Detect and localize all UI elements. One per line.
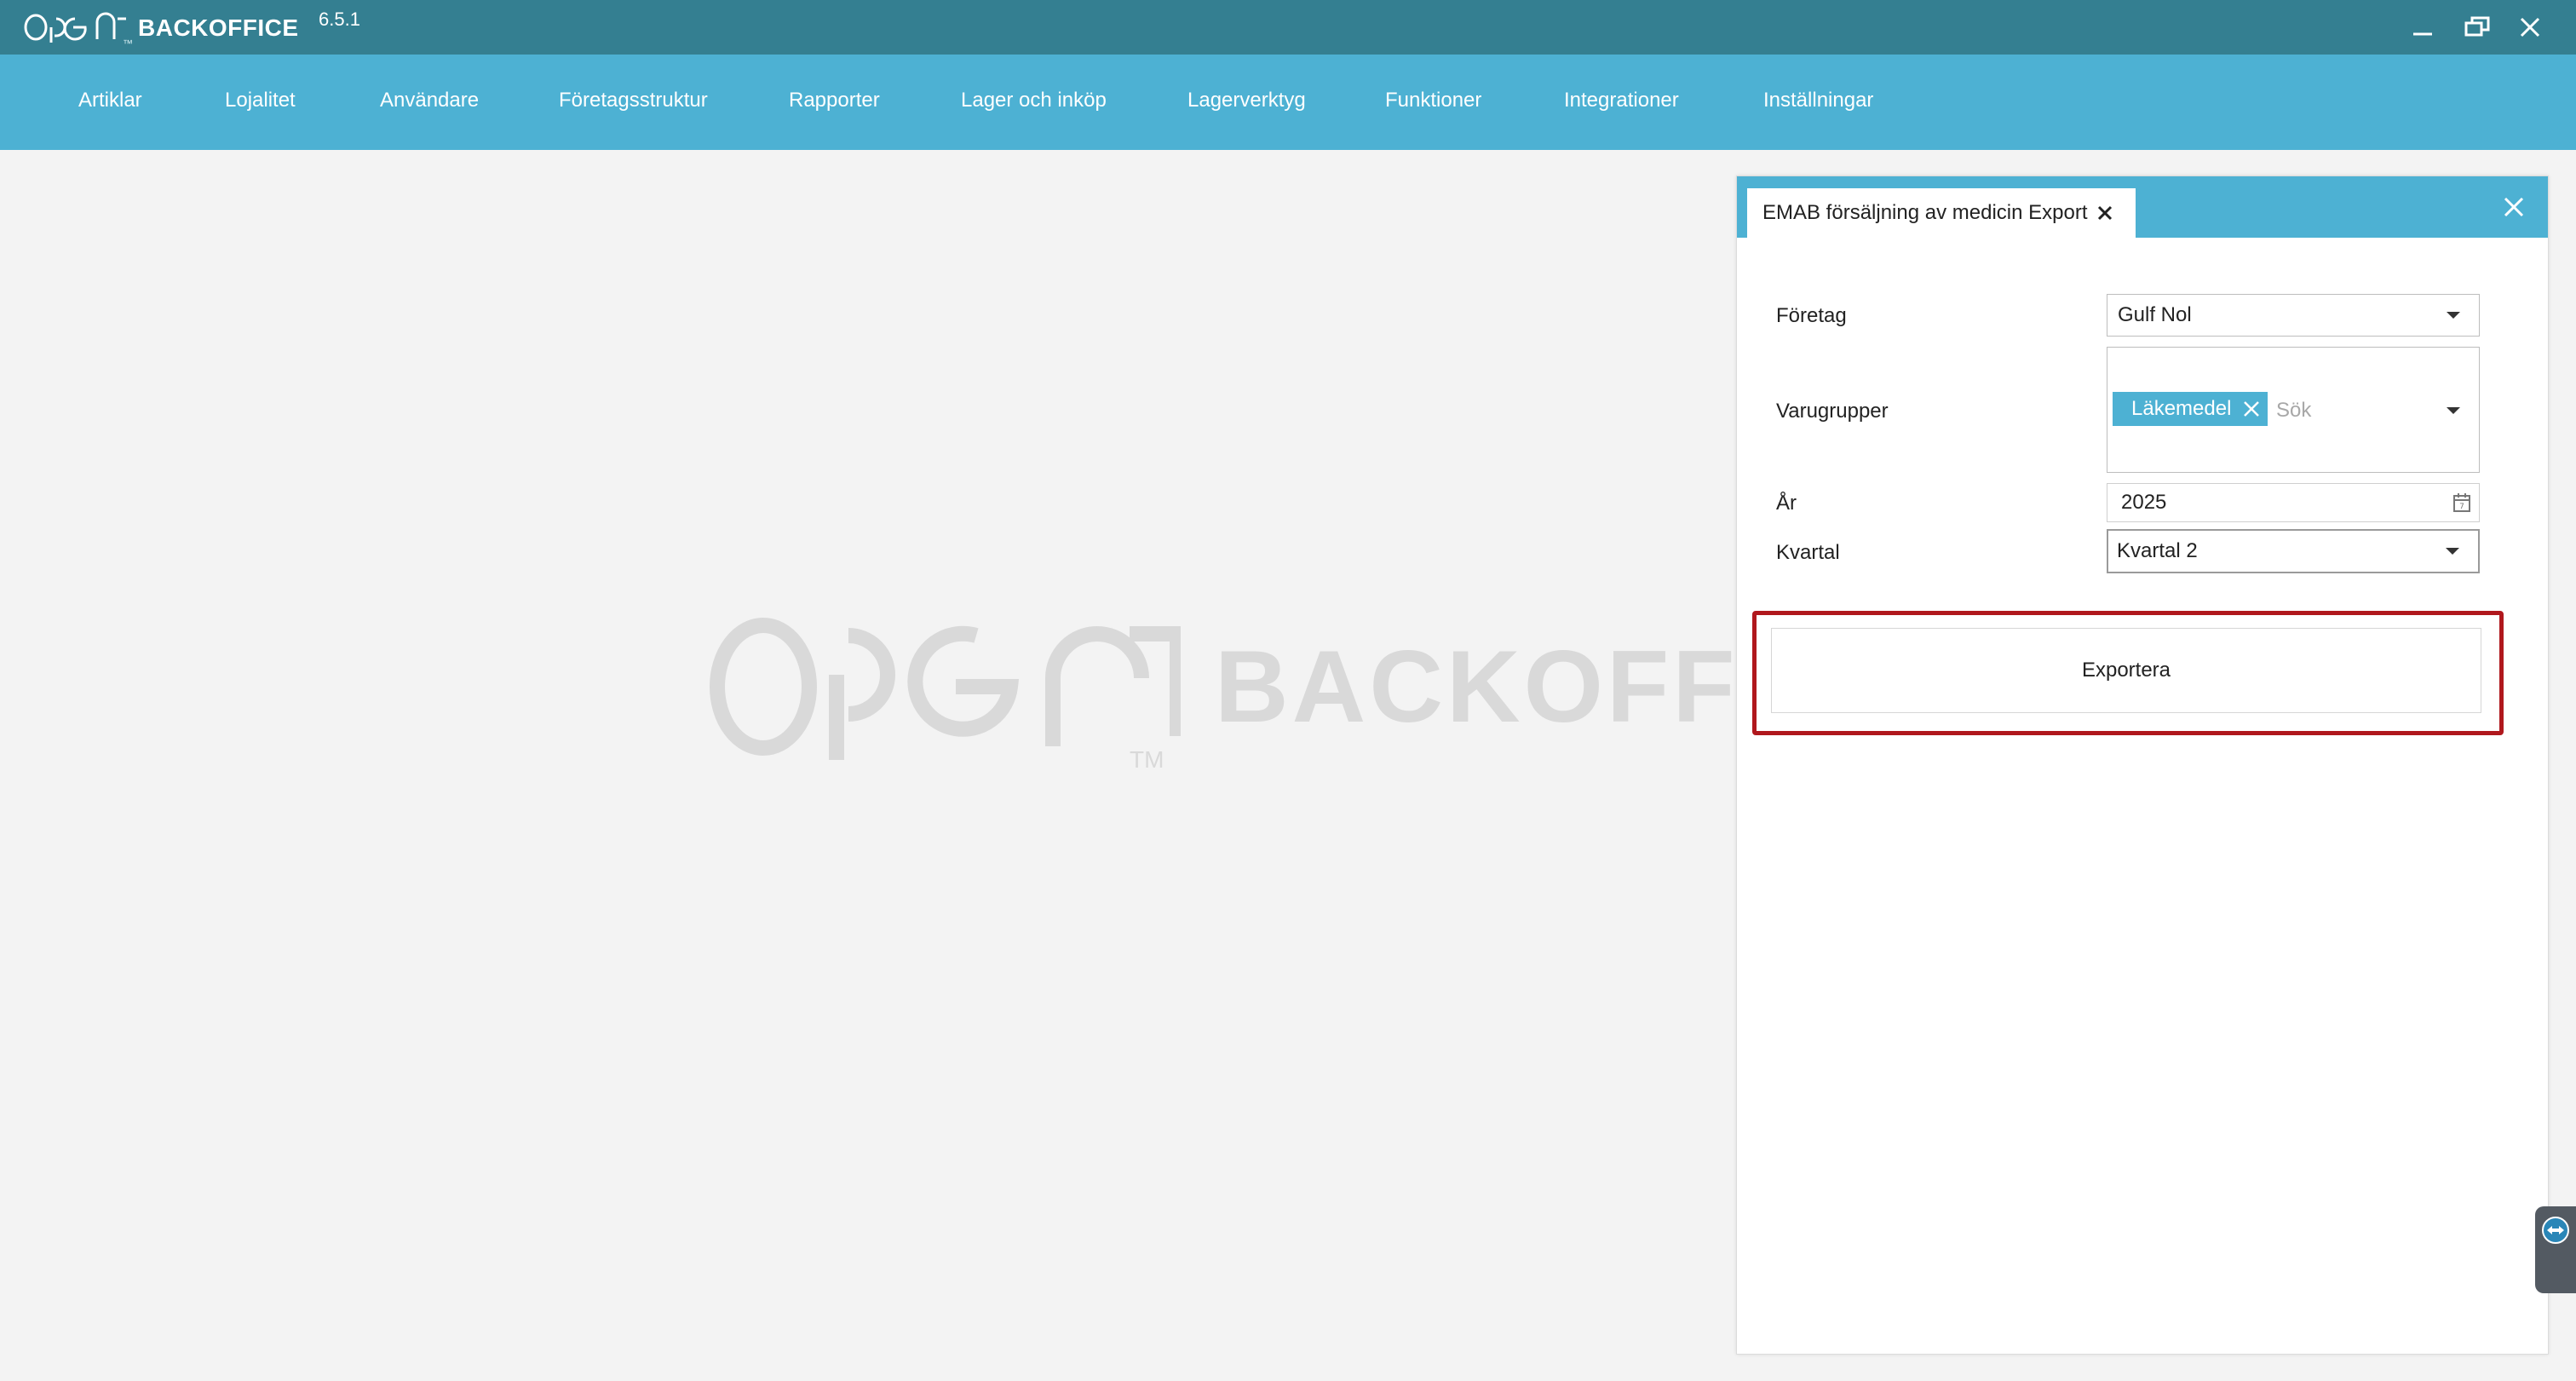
nav-item-integrationer[interactable]: Integrationer [1564, 89, 1679, 112]
watermark-tm: TM [1130, 746, 1164, 773]
export-button[interactable]: Exportera [1771, 628, 2481, 713]
open-logo-icon [24, 12, 126, 43]
svg-text:7: 7 [2459, 503, 2464, 511]
minimize-button[interactable] [2402, 9, 2443, 46]
main-content: BACKOFFIC TM [0, 150, 1738, 1381]
chevron-down-icon [2446, 548, 2459, 555]
export-panel: EMAB försäljning av medicin Export Föret… [1736, 176, 2549, 1355]
restore-icon [2464, 16, 2490, 37]
year-label: År [1776, 492, 1797, 515]
close-icon [2244, 401, 2259, 417]
nav-item-lager-och-inkop[interactable]: Lager och inköp [961, 89, 1107, 112]
chevron-down-icon[interactable] [2447, 407, 2460, 414]
panel-close-button[interactable] [2498, 192, 2529, 222]
nav-item-artiklar[interactable]: Artiklar [78, 89, 142, 112]
quarter-select[interactable]: Kvartal 2 [2107, 529, 2480, 573]
close-window-button[interactable] [2510, 9, 2550, 46]
selected-tag: Läkemedel [2113, 392, 2268, 426]
app-logo: ™ BACKOFFICE [22, 7, 299, 49]
company-select[interactable]: Gulf Nol [2107, 294, 2480, 337]
close-icon [2504, 197, 2524, 217]
year-input[interactable]: 2025 7 [2107, 483, 2480, 522]
restore-button[interactable] [2457, 9, 2498, 46]
remove-tag-button[interactable] [2242, 400, 2261, 418]
remote-support-icon [2542, 1217, 2569, 1244]
tab-close-button[interactable] [2096, 204, 2113, 222]
nav-item-installningar[interactable]: Inställningar [1763, 89, 1873, 112]
tab-emab-export[interactable]: EMAB försäljning av medicin Export [1747, 188, 2136, 238]
close-icon [2097, 205, 2112, 221]
groups-label: Varugrupper [1776, 400, 1889, 423]
version-label: 6.5.1 [319, 9, 360, 30]
logo-mark [22, 7, 131, 50]
company-value: Gulf Nol [2118, 303, 2192, 326]
year-value: 2025 [2121, 491, 2167, 514]
groups-search-input[interactable]: Sök [2276, 399, 2311, 423]
calendar-icon: 7 [2453, 493, 2470, 512]
main-nav: Artiklar Lojalitet Användare Företagsstr… [0, 55, 2576, 150]
tag-label: Läkemedel [2131, 397, 2232, 420]
watermark-open-logo-icon [710, 618, 1181, 760]
tab-title: EMAB försäljning av medicin Export [1762, 201, 2088, 224]
close-icon [2520, 17, 2540, 37]
chevron-down-icon [2447, 312, 2460, 319]
minimize-icon [2413, 32, 2432, 36]
company-label: Företag [1776, 304, 1847, 327]
nav-item-foretagsstruktur[interactable]: Företagsstruktur [559, 89, 708, 112]
title-bar: ™ BACKOFFICE 6.5.1 [0, 0, 2576, 55]
nav-item-rapporter[interactable]: Rapporter [789, 89, 880, 112]
nav-item-anvandare[interactable]: Användare [380, 89, 479, 112]
remote-support-tab[interactable] [2535, 1206, 2576, 1293]
quarter-label: Kvartal [1776, 541, 1840, 564]
panel-header: EMAB försäljning av medicin Export [1737, 176, 2548, 238]
logo-tm: ™ [123, 37, 133, 49]
nav-item-lagerverktyg[interactable]: Lagerverktyg [1187, 89, 1306, 112]
nav-item-lojalitet[interactable]: Lojalitet [225, 89, 296, 112]
quarter-value: Kvartal 2 [2117, 539, 2198, 562]
watermark-logo: BACKOFFIC [704, 610, 1738, 763]
nav-item-funktioner[interactable]: Funktioner [1385, 89, 1481, 112]
watermark-text: BACKOFFIC [1215, 630, 1738, 744]
brand-name: BACKOFFICE [138, 14, 299, 41]
groups-multiselect[interactable]: Läkemedel Sök [2107, 347, 2480, 473]
calendar-button[interactable]: 7 [2452, 492, 2472, 514]
